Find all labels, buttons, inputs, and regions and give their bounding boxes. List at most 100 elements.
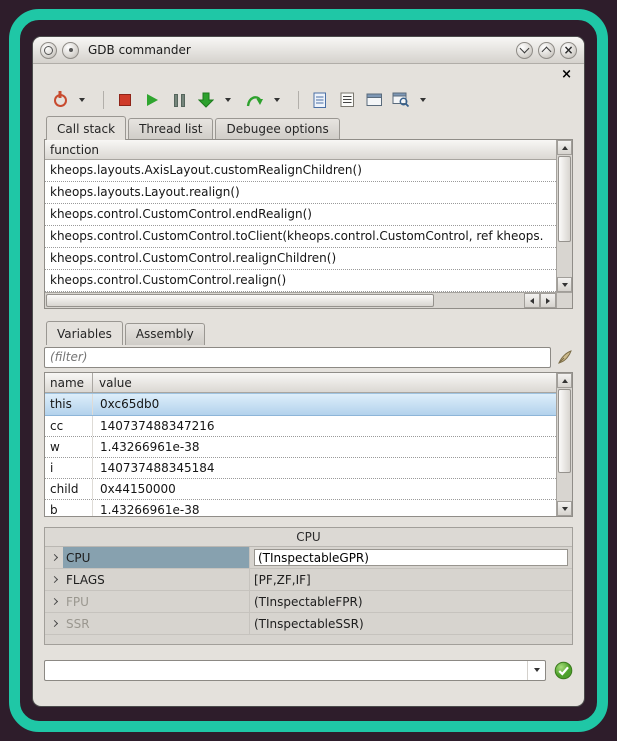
toolbar-separator bbox=[103, 91, 104, 109]
arrow-down-icon bbox=[562, 283, 568, 287]
filter-input[interactable] bbox=[44, 347, 551, 368]
variable-row[interactable]: child 0x44150000 bbox=[45, 479, 556, 500]
titlebar[interactable]: GDB commander × bbox=[33, 37, 584, 64]
pause-button[interactable] bbox=[169, 88, 189, 112]
vertical-scrollbar[interactable] bbox=[556, 140, 572, 292]
scrollbar-corner bbox=[556, 292, 572, 308]
stop-button[interactable] bbox=[115, 88, 135, 112]
power-button[interactable] bbox=[50, 88, 70, 112]
run-icon bbox=[147, 94, 158, 106]
cpu-row[interactable]: FPU (TInspectableFPR) bbox=[45, 591, 572, 613]
accept-button[interactable] bbox=[554, 661, 573, 680]
close-icon: × bbox=[563, 44, 573, 56]
command-combobox[interactable] bbox=[44, 660, 546, 681]
scroll-up-button[interactable] bbox=[557, 140, 572, 155]
scroll-down-button[interactable] bbox=[557, 501, 572, 516]
tab-call-stack[interactable]: Call stack bbox=[46, 116, 126, 140]
tab-debugee-options[interactable]: Debugee options bbox=[215, 118, 339, 140]
close-button[interactable]: × bbox=[560, 42, 577, 59]
pin-icon bbox=[69, 48, 73, 52]
scroll-right-button[interactable] bbox=[540, 293, 556, 308]
pause-icon bbox=[174, 94, 185, 107]
variable-row[interactable]: i 140737488345184 bbox=[45, 458, 556, 479]
arrow-up-icon bbox=[562, 379, 568, 383]
variable-row[interactable]: cc 140737488347216 bbox=[45, 416, 556, 437]
expand-chevron-icon[interactable] bbox=[45, 569, 63, 590]
scrollbar-thumb[interactable] bbox=[46, 294, 434, 307]
cpu-row[interactable]: SSR (TInspectableSSR) bbox=[45, 613, 572, 635]
column-header-value[interactable]: value bbox=[93, 376, 556, 390]
variables-table: name value this 0xc65db0 cc 140737488347… bbox=[45, 373, 556, 516]
cpu-value-editor[interactable] bbox=[254, 549, 568, 566]
variable-value: 0xc65db0 bbox=[93, 394, 556, 415]
run-button[interactable] bbox=[142, 88, 162, 112]
source-file-button[interactable] bbox=[310, 88, 330, 112]
call-stack-row[interactable]: kheops.layouts.Layout.realign() bbox=[45, 182, 556, 204]
power-dropdown-button[interactable] bbox=[72, 88, 92, 112]
call-stack-row[interactable]: kheops.control.CustomControl.endRealign(… bbox=[45, 204, 556, 226]
vertical-scrollbar[interactable] bbox=[556, 373, 572, 516]
horizontal-scrollbar[interactable] bbox=[45, 292, 556, 308]
minimize-button[interactable] bbox=[516, 42, 533, 59]
combo-dropdown-button[interactable] bbox=[527, 661, 545, 680]
expand-chevron-icon[interactable] bbox=[45, 547, 63, 568]
variable-name: w bbox=[45, 437, 93, 457]
expand-chevron-icon[interactable] bbox=[45, 591, 63, 612]
filter-pen-icon bbox=[557, 349, 573, 365]
call-list-button[interactable] bbox=[337, 88, 357, 112]
variable-name: child bbox=[45, 479, 93, 499]
scrollbar-track bbox=[557, 243, 572, 277]
column-header-name[interactable]: name bbox=[45, 373, 93, 392]
app-icon bbox=[44, 46, 53, 55]
variable-row[interactable]: w 1.43266961e-38 bbox=[45, 437, 556, 458]
tab-assembly[interactable]: Assembly bbox=[125, 323, 205, 345]
power-icon bbox=[54, 94, 67, 107]
cpu-row-name: FLAGS bbox=[63, 569, 250, 590]
variable-name: cc bbox=[45, 416, 93, 436]
scroll-down-button[interactable] bbox=[557, 277, 572, 292]
inspect-dropdown-button[interactable] bbox=[413, 88, 433, 112]
cpu-row-value: (TInspectableFPR) bbox=[250, 591, 572, 612]
step-into-dropdown-button[interactable] bbox=[218, 88, 238, 112]
variable-row[interactable]: this 0xc65db0 bbox=[45, 393, 556, 416]
maximize-button[interactable] bbox=[538, 42, 555, 59]
call-stack-row[interactable]: kheops.layouts.AxisLayout.customRealignC… bbox=[45, 160, 556, 182]
stop-icon bbox=[119, 94, 131, 106]
inspect-window-button[interactable] bbox=[391, 88, 411, 112]
scrollbar-thumb[interactable] bbox=[558, 389, 571, 473]
arrow-left-icon bbox=[530, 298, 534, 304]
upper-tabbar: Call stack Thread list Debugee options bbox=[44, 116, 573, 140]
step-over-button[interactable] bbox=[245, 88, 265, 112]
filter-row bbox=[44, 344, 573, 370]
call-stack-panel: function kheops.layouts.AxisLayout.custo… bbox=[44, 139, 573, 309]
tab-thread-list[interactable]: Thread list bbox=[128, 118, 213, 140]
call-list-icon bbox=[340, 92, 355, 108]
app-menu-icon[interactable] bbox=[40, 42, 57, 59]
scrollbar-thumb[interactable] bbox=[558, 156, 571, 242]
step-over-dropdown-button[interactable] bbox=[267, 88, 287, 112]
variable-name: b bbox=[45, 500, 93, 516]
scroll-up-button[interactable] bbox=[557, 373, 572, 388]
inspect-window-icon bbox=[392, 92, 410, 108]
filter-edit-button[interactable] bbox=[557, 349, 573, 365]
cpu-row-value: [PF,ZF,IF] bbox=[250, 569, 572, 590]
command-input[interactable] bbox=[45, 661, 527, 680]
scroll-left-button[interactable] bbox=[524, 293, 540, 308]
call-stack-row[interactable]: kheops.control.CustomControl.realignChil… bbox=[45, 248, 556, 270]
call-stack-row[interactable]: kheops.control.CustomControl.toClient(kh… bbox=[45, 226, 556, 248]
tab-variables[interactable]: Variables bbox=[46, 321, 123, 345]
step-into-button[interactable] bbox=[196, 88, 216, 112]
toolbar-separator bbox=[298, 91, 299, 109]
expand-chevron-icon[interactable] bbox=[45, 613, 63, 634]
cpu-row[interactable]: CPU bbox=[45, 547, 572, 569]
call-stack-row[interactable]: kheops.control.CustomControl.realign() bbox=[45, 270, 556, 292]
watch-window-button[interactable] bbox=[364, 88, 384, 112]
cpu-row[interactable]: FLAGS [PF,ZF,IF] bbox=[45, 569, 572, 591]
step-over-icon bbox=[246, 93, 264, 108]
variable-row[interactable]: b 1.43266961e-38 bbox=[45, 500, 556, 516]
pin-button[interactable] bbox=[62, 42, 79, 59]
column-header-function[interactable]: function bbox=[45, 143, 99, 157]
arrow-up-icon bbox=[562, 146, 568, 150]
dock-close-button[interactable]: × bbox=[561, 68, 572, 81]
variable-value: 140737488347216 bbox=[93, 416, 556, 436]
